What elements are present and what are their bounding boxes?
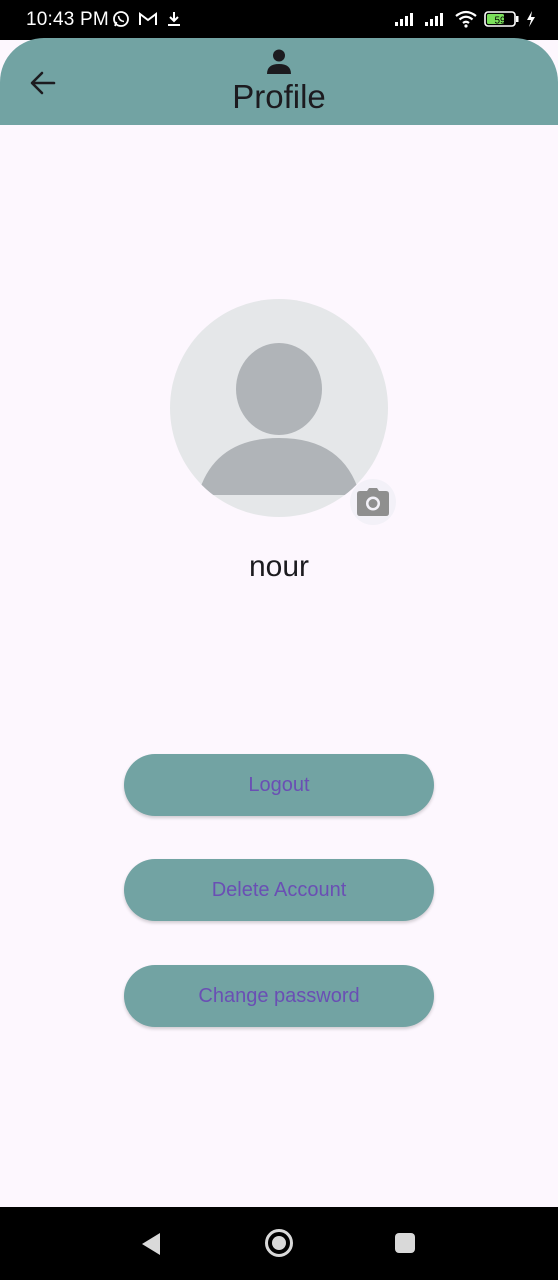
edit-photo-button[interactable] [350, 479, 396, 525]
signal-icon [425, 13, 443, 26]
logout-button[interactable]: Logout [124, 754, 434, 816]
gmail-icon [139, 12, 157, 25]
avatar-section [170, 299, 396, 525]
nav-home-icon[interactable] [264, 1228, 294, 1258]
charging-icon [527, 11, 535, 27]
app-bar: Profile [0, 38, 558, 125]
whatsapp-icon [113, 11, 129, 27]
nav-back-icon[interactable] [138, 1231, 164, 1257]
battery-level: 59 [494, 16, 506, 27]
signal-icon [395, 13, 413, 26]
wifi-icon [455, 10, 477, 28]
avatar[interactable] [170, 299, 388, 517]
battery-icon: 59 [484, 11, 519, 27]
person-icon [267, 49, 291, 74]
system-nav-bar [0, 1207, 558, 1280]
page-title: Profile [232, 78, 326, 115]
user-name: nour [248, 550, 310, 583]
notification-icons [112, 10, 182, 28]
default-avatar-icon [198, 343, 360, 495]
nav-recents-icon[interactable] [394, 1232, 416, 1254]
download-icon [168, 12, 180, 26]
system-icons: 59 [394, 10, 536, 28]
delete-account-button[interactable]: Delete Account [124, 859, 434, 921]
camera-icon [357, 488, 389, 516]
status-time: 10:43 PM [26, 9, 109, 30]
status-bar: 10:43 PM 59 [0, 0, 558, 40]
change-password-button[interactable]: Change password [124, 965, 434, 1027]
